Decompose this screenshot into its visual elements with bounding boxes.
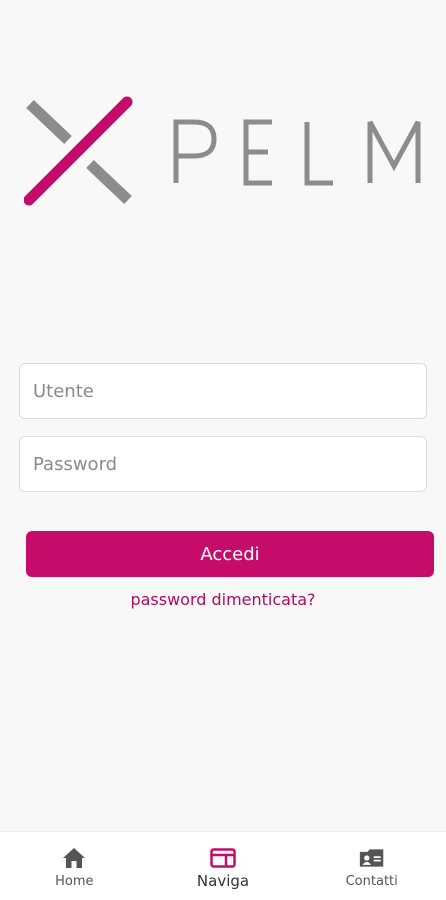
browser-window-icon (210, 846, 236, 870)
login-screen: Accedi password dimenticata? Home Naviga (0, 0, 446, 900)
forgot-password-link[interactable]: password dimenticata? (0, 590, 446, 609)
pelm-logo (24, 96, 424, 208)
bottom-navigation: Home Naviga Contatti (0, 831, 446, 900)
username-input[interactable] (19, 363, 427, 419)
password-input[interactable] (19, 436, 427, 492)
home-icon (61, 846, 87, 870)
login-button[interactable]: Accedi (26, 531, 434, 577)
nav-label-naviga: Naviga (196, 872, 250, 890)
nav-label-home: Home (55, 874, 94, 889)
nav-item-naviga[interactable]: Naviga (149, 832, 298, 900)
nav-item-contatti[interactable]: Contatti (297, 832, 446, 900)
contact-card-icon (359, 846, 385, 870)
pelm-logo-graphic (24, 96, 421, 206)
nav-item-home[interactable]: Home (0, 832, 149, 900)
nav-label-contatti: Contatti (345, 874, 398, 889)
